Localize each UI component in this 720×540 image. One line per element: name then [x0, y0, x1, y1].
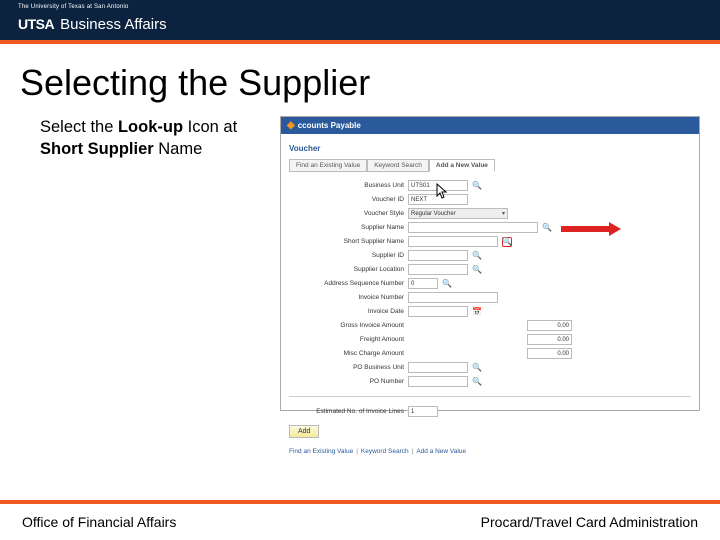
label-supplier-id: Supplier ID	[289, 252, 404, 259]
row-business-unit: Business Unit UTS01 🔍	[289, 180, 691, 191]
app-title-bar: ◆ ccounts Payable	[281, 117, 699, 134]
tab-add[interactable]: Add a New Value	[429, 159, 495, 172]
lookup-icon[interactable]: 🔍	[472, 181, 482, 191]
label-est-lines: Estimated No. of Invoice Lines	[289, 408, 404, 415]
instruction-mid: Icon at	[183, 118, 237, 136]
instruction-bold1: Look-up	[118, 118, 183, 136]
add-button[interactable]: Add	[289, 425, 319, 438]
input-est-lines[interactable]: 1	[408, 406, 438, 417]
label-supplier-name: Supplier Name	[289, 224, 404, 231]
bottom-links: Find an Existing Value|Keyword Search|Ad…	[289, 448, 691, 455]
label-addr-seq: Address Sequence Number	[289, 280, 404, 287]
input-supplier-location[interactable]	[408, 264, 468, 275]
university-tagline: The University of Texas at San Antonio	[18, 4, 129, 10]
row-short-supplier: Short Supplier Name 🔍	[289, 236, 691, 247]
header-bar: The University of Texas at San Antonio U…	[0, 0, 720, 40]
label-short-supplier: Short Supplier Name	[289, 238, 404, 245]
row-invoice-number: Invoice Number	[289, 292, 691, 303]
label-invoice-number: Invoice Number	[289, 294, 404, 301]
label-freight: Freight Amount	[289, 336, 404, 343]
lookup-icon[interactable]: 🔍	[442, 279, 452, 289]
row-addr-seq: Address Sequence Number 0 🔍	[289, 278, 691, 289]
row-supplier-id: Supplier ID 🔍	[289, 250, 691, 261]
instruction-pre: Select the	[40, 118, 118, 136]
embedded-screenshot: ◆ ccounts Payable Voucher Find an Existi…	[280, 116, 700, 411]
logo-bold: UTSA	[18, 16, 54, 32]
row-supplier-location: Supplier Location 🔍	[289, 264, 691, 275]
instruction-bold2: Short Supplier	[40, 140, 154, 158]
row-misc: Misc Charge Amount 0.00	[289, 348, 691, 359]
row-invoice-date: Invoice Date 📅	[289, 306, 691, 317]
label-gross: Gross Invoice Amount	[289, 322, 404, 329]
input-supplier-id[interactable]	[408, 250, 468, 261]
row-est-lines: Estimated No. of Invoice Lines 1	[289, 406, 691, 417]
row-po-number: PO Number 🔍	[289, 376, 691, 387]
input-po-bu[interactable]	[408, 362, 468, 373]
instruction-text: Select the Look-up Icon at Short Supplie…	[40, 116, 270, 411]
logo: UTSA Business Affairs	[18, 16, 167, 33]
tab-keyword[interactable]: Keyword Search	[367, 159, 429, 172]
lookup-icon-highlighted[interactable]: 🔍	[502, 237, 512, 247]
lookup-icon[interactable]: 🔍	[472, 363, 482, 373]
input-short-supplier[interactable]	[408, 236, 498, 247]
logo-light: Business Affairs	[60, 16, 166, 33]
link-add[interactable]: Add a New Value	[416, 448, 466, 455]
footer: Office of Financial Affairs Procard/Trav…	[0, 500, 720, 540]
input-invoice-number[interactable]	[408, 292, 498, 303]
label-voucher-id: Voucher ID	[289, 196, 404, 203]
voucher-form: Business Unit UTS01 🔍 Voucher ID NEXT Vo…	[289, 180, 691, 417]
label-voucher-style: Voucher Style	[289, 210, 404, 217]
row-po-bu: PO Business Unit 🔍	[289, 362, 691, 373]
link-keyword[interactable]: Keyword Search	[361, 448, 409, 455]
row-voucher-id: Voucher ID NEXT	[289, 194, 691, 205]
row-voucher-style: Voucher Style Regular Voucher	[289, 208, 691, 219]
input-addr-seq[interactable]: 0	[408, 278, 438, 289]
input-po-number[interactable]	[408, 376, 468, 387]
tab-find[interactable]: Find an Existing Value	[289, 159, 367, 172]
tab-strip: Find an Existing Value Keyword Search Ad…	[289, 159, 691, 172]
row-freight: Freight Amount 0.00	[289, 334, 691, 345]
slide-title: Selecting the Supplier	[0, 44, 720, 116]
calendar-icon[interactable]: 📅	[472, 307, 482, 316]
input-freight[interactable]: 0.00	[527, 334, 572, 345]
input-invoice-date[interactable]	[408, 306, 468, 317]
app-icon: ◆	[287, 120, 295, 131]
row-supplier-name: Supplier Name 🔍	[289, 222, 691, 233]
lookup-icon[interactable]: 🔍	[472, 377, 482, 387]
lookup-icon[interactable]: 🔍	[542, 223, 552, 233]
label-business-unit: Business Unit	[289, 182, 404, 189]
label-misc: Misc Charge Amount	[289, 350, 404, 357]
divider	[289, 396, 691, 397]
footer-right: Procard/Travel Card Administration	[481, 514, 698, 530]
label-po-bu: PO Business Unit	[289, 364, 404, 371]
content-row: Select the Look-up Icon at Short Supplie…	[0, 116, 720, 411]
callout-arrow-icon	[561, 222, 621, 236]
input-misc[interactable]: 0.00	[527, 348, 572, 359]
label-supplier-location: Supplier Location	[289, 266, 404, 273]
lookup-icon[interactable]: 🔍	[472, 265, 482, 275]
link-find[interactable]: Find an Existing Value	[289, 448, 353, 455]
breadcrumb: Voucher	[289, 144, 691, 153]
cursor-icon	[436, 183, 450, 204]
select-voucher-style[interactable]: Regular Voucher	[408, 208, 508, 219]
lookup-icon[interactable]: 🔍	[472, 251, 482, 261]
label-po-number: PO Number	[289, 378, 404, 385]
app-title: ccounts Payable	[298, 121, 361, 130]
input-gross[interactable]: 0.00	[527, 320, 572, 331]
label-invoice-date: Invoice Date	[289, 308, 404, 315]
instruction-post: Name	[154, 140, 203, 158]
row-gross: Gross Invoice Amount 0.00	[289, 320, 691, 331]
input-supplier-name[interactable]	[408, 222, 538, 233]
footer-left: Office of Financial Affairs	[22, 514, 176, 530]
